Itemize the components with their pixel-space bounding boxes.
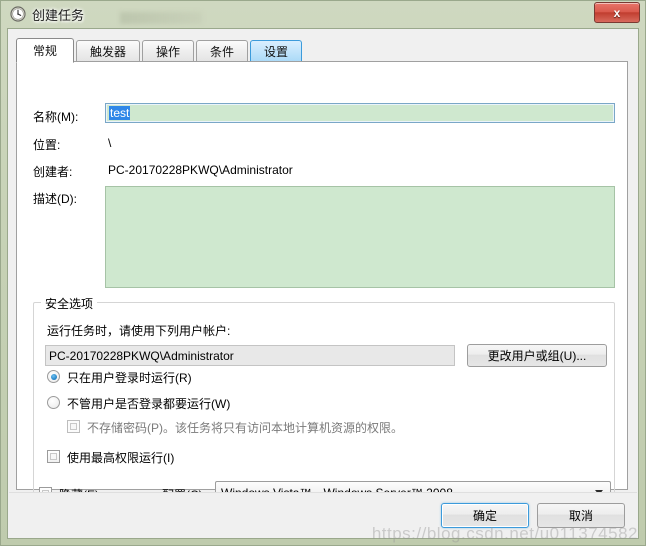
description-textarea[interactable] [105,186,615,288]
account-value: PC-20170228PKWQ\Administrator [49,348,234,363]
tab-general-label: 常规 [32,44,57,58]
change-user-or-group-label: 更改用户或组(U)... [487,349,587,363]
tab-general[interactable]: 常规 [16,38,74,63]
name-input[interactable]: test [105,103,615,123]
security-options-title: 安全选项 [41,295,98,312]
tab-conditions[interactable]: 条件 [196,40,248,62]
cancel-button[interactable]: 取消 [537,503,625,528]
cancel-button-label: 取消 [568,509,593,523]
location-value: \ [108,136,112,150]
create-task-window: 创建任务 x 常规 触发器 操作 条件 设置 名称(M): test 位置: \… [0,0,646,546]
checkbox-do-not-store-password-label: 不存储密码(P)。该任务将只有访问本地计算机资源的权限。 [87,421,403,435]
author-label: 创建者: [33,165,73,179]
radio-run-only-when-logged-on[interactable] [47,370,60,383]
dialog-body: 常规 触发器 操作 条件 设置 名称(M): test 位置: \ 创建者: P… [8,29,638,538]
ok-button-label: 确定 [472,509,497,523]
tab-conditions-label: 条件 [209,45,234,59]
tab-settings-label: 设置 [263,45,288,59]
tab-settings[interactable]: 设置 [250,40,302,62]
account-value-field: PC-20170228PKWQ\Administrator [45,345,455,366]
author-value: PC-20170228PKWQ\Administrator [108,163,293,177]
tab-strip: 常规 触发器 操作 条件 设置 [16,38,628,63]
radio-run-only-when-logged-on-label[interactable]: 只在用户登录时运行(R) [67,369,192,386]
location-label: 位置: [33,138,61,152]
account-prompt-label: 运行任务时，请使用下列用户帐户: [47,324,231,338]
radio-run-whether-logged-on-or-not-label[interactable]: 不管用户是否登录都要运行(W) [67,395,230,412]
title-blur-smudge [120,12,202,24]
name-label: 名称(M): [33,110,79,124]
clock-icon [10,6,26,22]
ok-button[interactable]: 确定 [441,503,529,528]
tab-actions[interactable]: 操作 [142,40,194,62]
checkbox-run-with-highest-privileges[interactable] [47,450,60,463]
checkbox-run-with-highest-privileges-label[interactable]: 使用最高权限运行(I) [67,449,174,466]
tab-actions-label: 操作 [155,45,180,59]
radio-run-whether-logged-on-or-not[interactable] [47,396,60,409]
dialog-button-bar: 确定 取消 [9,492,637,537]
checkbox-do-not-store-password[interactable] [67,420,80,433]
tab-triggers[interactable]: 触发器 [76,40,140,62]
name-input-value: test [109,106,131,120]
change-user-or-group-button[interactable]: 更改用户或组(U)... [467,344,607,367]
close-button[interactable]: x [594,2,640,23]
tab-panel-general: 名称(M): test 位置: \ 创建者: PC-20170228PKWQ\A… [16,61,628,504]
description-label: 描述(D): [33,192,77,206]
window-title: 创建任务 [32,8,85,23]
title-bar: 创建任务 x [0,0,646,28]
close-icon: x [613,5,621,20]
tab-triggers-label: 触发器 [89,45,126,59]
dialog-client-area: 常规 触发器 操作 条件 设置 名称(M): test 位置: \ 创建者: P… [7,28,639,539]
